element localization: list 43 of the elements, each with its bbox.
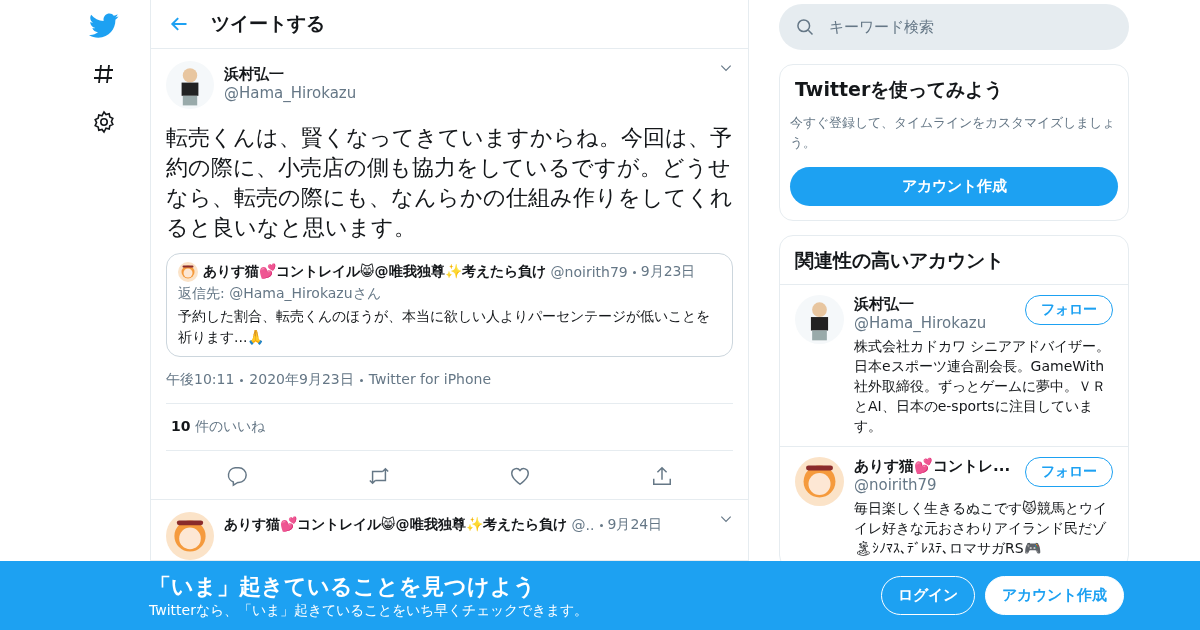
quoted-author-handle: @noirith79 <box>550 264 628 280</box>
card-title: 関連性の高いアカウント <box>794 248 1005 273</box>
search-icon <box>795 17 815 37</box>
reply-author-name[interactable]: ありす猫💕コントレイル😸@唯我独尊✨考えたら負け <box>224 516 567 534</box>
likes-count[interactable]: 10 件のいいね <box>171 418 265 434</box>
banner-text: Twitterなら、「いま」起きていることをいち早くチェックできます。 <box>149 601 588 620</box>
author-handle[interactable]: @Hama_Hirokazu <box>224 84 709 102</box>
signup-button[interactable]: アカウント作成 <box>985 576 1124 615</box>
page-title: ツイートする <box>211 11 325 36</box>
tweet-meta: 2020年9月23日 <box>249 371 354 389</box>
separator-dot <box>599 523 603 527</box>
reply-date[interactable]: 9月24日 <box>607 516 663 534</box>
search-field[interactable]: キーワード検索 <box>779 4 1129 50</box>
quoted-date: 9月23日 <box>640 263 696 281</box>
separator-dot <box>632 270 636 274</box>
follow-button[interactable]: フォロー <box>1025 457 1113 487</box>
avatar[interactable] <box>795 457 844 506</box>
avatar[interactable] <box>166 512 214 560</box>
tweet-meta[interactable]: Twitter for iPhone <box>368 371 492 389</box>
author-name[interactable]: 浜村弘一 <box>224 65 709 84</box>
avatar[interactable] <box>166 61 214 109</box>
card-title: Twitterを使ってみよう <box>794 77 1005 102</box>
account-bio: 毎日楽しく生きるぬこです😾競馬とウイイレ好きな元おさわりアイランド民だゾ🏝ｼﾉﾏｽ､ﾃﾞﾚｽﾃ､ロマサガRS🎮 <box>854 499 1108 558</box>
account-name[interactable]: ありす猫💕コントレ... <box>854 457 1025 476</box>
avatar[interactable] <box>795 295 844 344</box>
quoted-tweet[interactable]: ありす猫💕コントレイル😸@唯我独尊✨考えたら負け @noirith79 9月23日 返信先: @Hama_Hirokazuさん 予約した割合、転売くんのほうが、本当に欲しい人よりパーセンテージが低いことを祈ります...🙏 <box>166 253 733 357</box>
reply-author-handle[interactable]: @.. <box>571 517 595 533</box>
quoted-text: 予約した割合、転売くんのほうが、本当に欲しい人よりパーセンテージが低いことを祈ります...🙏 <box>178 307 711 347</box>
quoted-author-name: ありす猫💕コントレイル😸@唯我独尊✨考えたら負け <box>203 263 546 281</box>
banner-title: 「いま」起きていることを見つけよう <box>149 572 537 601</box>
account-bio: 株式会社カドカワ シニアアドバイザー。日本eスポーツ連合副会長。GameWith 社外取締役。ずっとゲームに夢中。ＶＲとAI、日本のe-sportsに注目しています。 <box>854 337 1112 436</box>
tweet-text: 転売くんは、賢くなってきていますからね。今回は、予約の際に、小売店の側も協力をしているですが。どうせなら、転売の際にも、なんらかの仕組み作りをしてくれると良いなと思います。 <box>166 124 733 242</box>
follow-button[interactable]: フォロー <box>1025 295 1113 325</box>
reply-to-line: 返信先: @Hama_Hirokazuさん <box>178 285 382 303</box>
separator-dot <box>240 378 244 382</box>
account-handle[interactable]: @Hama_Hirokazu <box>854 314 1025 332</box>
separator-dot <box>359 378 363 382</box>
avatar[interactable] <box>178 262 198 282</box>
tweet-meta: 午後10:11 <box>166 371 235 389</box>
account-handle[interactable]: @noirith79 <box>854 476 1025 494</box>
account-name[interactable]: 浜村弘一 <box>854 295 1025 314</box>
create-account-button[interactable]: アカウント作成 <box>790 167 1118 206</box>
card-text: 今すぐ登録して、タイムラインをカスタマイズしましょう。 <box>790 114 1116 152</box>
